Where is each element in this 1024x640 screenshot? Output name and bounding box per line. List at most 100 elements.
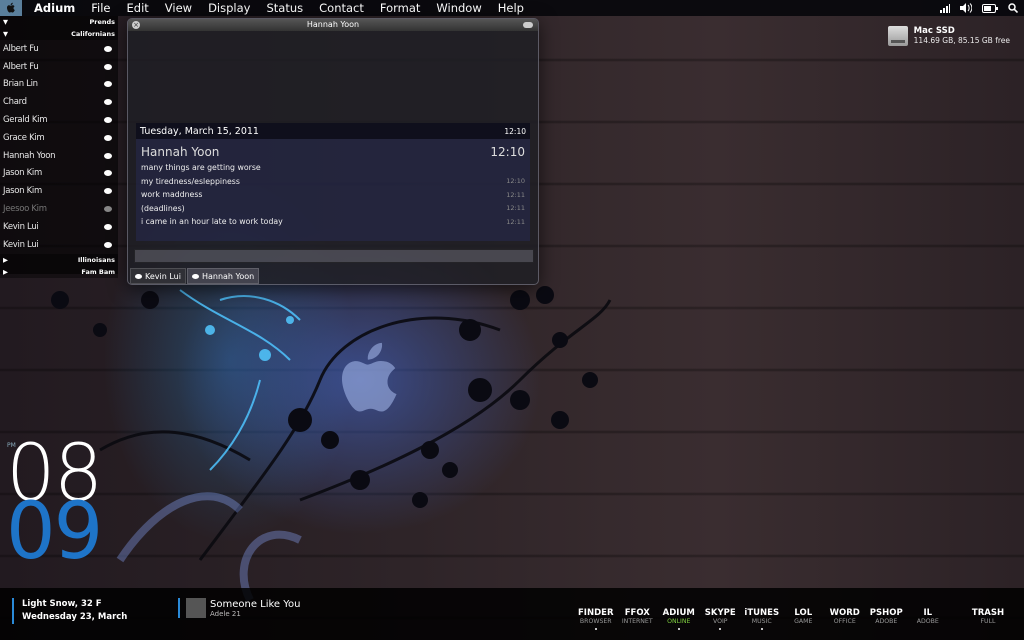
buddy-item[interactable]: Jason Kim (0, 182, 118, 200)
dock-apps: FINDER BROWSER FFOX INTERNET ADIUM ONLINE SKYP… (575, 608, 949, 630)
message-time: 12:11 (506, 190, 525, 199)
dock-app-name: FINDER (578, 608, 614, 618)
disclosure-down-icon[interactable]: ▼ (3, 30, 8, 38)
dock-app-sub: ONLINE (667, 618, 691, 625)
disclosure-right-icon[interactable]: ▶ (3, 256, 8, 264)
message-row: work maddness 12:11 (136, 188, 530, 202)
dock-app-sub: BROWSER (579, 618, 612, 625)
message-time: 12:10 (506, 177, 525, 186)
song-title: Someone Like You (210, 598, 301, 610)
buddy-name: Albert Fu (3, 43, 39, 54)
buddy-item[interactable]: Jeesoo Kim (0, 200, 118, 218)
buddy-name: Brian Lin (3, 79, 38, 90)
message-text: i came in an hour late to work today (141, 217, 283, 227)
now-playing-widget[interactable]: Someone Like You Adele 21 (178, 598, 301, 618)
running-indicator (594, 628, 597, 630)
dock-app-name: ADIUM (662, 608, 695, 618)
group-header[interactable]: ▶ Illinoisans (0, 253, 118, 266)
wallpaper-apple-logo (342, 342, 397, 412)
chat-bubble-icon (104, 63, 112, 70)
dock-app-name: SKYPE (704, 608, 736, 618)
chat-transcript: Tuesday, March 15, 2011 12:10 Hannah Yoo… (136, 123, 530, 241)
group-header[interactable]: ▶ Fam Bam (0, 265, 118, 278)
chat-title-bar[interactable]: × Hannah Yoon (128, 19, 538, 31)
bottom-dock: Light Snow, 32 F Wednesday 23, March Som… (0, 588, 1024, 640)
dock-app-name: WORD (829, 608, 860, 618)
disclosure-down-icon[interactable]: ▼ (3, 18, 8, 26)
date-separator: Tuesday, March 15, 2011 12:10 (136, 123, 530, 139)
message-row: my tiredness/esleppiness 12:10 (136, 175, 530, 189)
buddy-item[interactable]: Kevin Lui (0, 236, 118, 254)
dock-app[interactable]: WORD OFFICE (824, 608, 866, 630)
buddy-item[interactable]: Albert Fu (0, 58, 118, 76)
buddy-item[interactable]: Kevin Lui (0, 218, 118, 236)
message-text: many things are getting worse (141, 163, 261, 173)
running-indicator (760, 628, 763, 630)
dock-app[interactable]: FFOX INTERNET (617, 608, 659, 630)
dock-app[interactable]: iTUNES MUSIC (741, 608, 783, 630)
chat-bubble-icon (104, 188, 112, 195)
dock-app-sub: GAME (794, 618, 813, 625)
dock-trash[interactable]: TRASH FULL (968, 608, 1008, 625)
buddy-name: Kevin Lui (3, 221, 39, 232)
trash-status: FULL (980, 618, 996, 625)
buddy-item[interactable]: Chard (0, 93, 118, 111)
buddy-name: Kevin Lui (3, 239, 39, 250)
group-header[interactable]: ▼ Prends (0, 16, 118, 28)
buddy-item[interactable]: Jason Kim (0, 165, 118, 183)
message-row: many things are getting worse (136, 161, 530, 175)
chat-tab[interactable]: Hannah Yoon (186, 268, 260, 284)
chat-bubble-icon (104, 117, 112, 124)
buddy-item[interactable]: Brian Lin (0, 76, 118, 94)
dock-app-sub: VOIP (712, 618, 728, 625)
buddy-item[interactable]: Grace Kim (0, 129, 118, 147)
message-input[interactable] (134, 249, 534, 263)
dock-app[interactable]: SKYPE VOIP (700, 608, 742, 630)
running-indicator (677, 628, 680, 630)
chat-bubble-icon (104, 134, 112, 141)
message-text: (deadlines) (141, 203, 185, 213)
dock-app-name: iTUNES (744, 608, 780, 618)
chat-window: × Hannah Yoon Tuesday, March 15, 2011 12… (127, 18, 539, 285)
dock-app[interactable]: PSHOP ADOBE (866, 608, 908, 630)
chat-tabs: Kevin Lui Hannah Yoon (130, 268, 260, 284)
dock-app-sub: ADOBE (875, 618, 898, 625)
dock-app[interactable]: IL ADOBE (907, 608, 949, 630)
chat-bubble-icon (104, 241, 112, 248)
dock-app[interactable]: ADIUM ONLINE (658, 608, 700, 630)
disclosure-right-icon[interactable]: ▶ (3, 268, 8, 276)
message-time: 12:11 (506, 204, 525, 213)
trash-name: TRASH (971, 608, 1005, 618)
dock-app-sub: ADOBE (916, 618, 939, 625)
dock-app-name: LOL (794, 608, 813, 618)
chat-tab[interactable]: Kevin Lui (130, 268, 186, 284)
buddy-name: Jason Kim (3, 168, 42, 179)
chat-bubble-icon (104, 170, 112, 177)
buddy-item[interactable]: Gerald Kim (0, 111, 118, 129)
sender-name: Hannah Yoon (141, 145, 220, 159)
message-row: (deadlines) 12:11 (136, 202, 530, 216)
buddy-name: Gerald Kim (3, 115, 48, 126)
chat-bubble-icon (104, 45, 112, 52)
close-icon[interactable]: × (132, 21, 140, 29)
dock-app-sub: INTERNET (621, 618, 653, 625)
buddy-name: Grace Kim (3, 132, 45, 143)
zoom-button[interactable] (523, 22, 533, 28)
group-header[interactable]: ▼ Californians (0, 28, 118, 40)
clock-minute: 09 (6, 487, 103, 577)
dock-app[interactable]: LOL GAME (783, 608, 825, 630)
buddy-item[interactable]: Hannah Yoon (0, 147, 118, 165)
buddy-name: Hannah Yoon (3, 150, 56, 161)
buddy-items: Albert Fu Albert Fu Brian Lin Chard Gerald K… (0, 40, 118, 254)
message-sender: Hannah Yoon 12:10 (136, 139, 530, 161)
album-art (186, 598, 206, 618)
chat-bubble-icon (191, 273, 199, 279)
chat-bubble-icon (135, 273, 142, 279)
buddy-name: Albert Fu (3, 61, 39, 72)
weather-widget: Light Snow, 32 F Wednesday 23, March (12, 598, 127, 624)
dock-app-name: FFOX (624, 608, 650, 618)
buddy-item[interactable]: Albert Fu (0, 40, 118, 58)
chat-date: Tuesday, March 15, 2011 (140, 125, 259, 137)
dock-app[interactable]: FINDER BROWSER (575, 608, 617, 630)
song-artist: Adele 21 (210, 609, 241, 618)
